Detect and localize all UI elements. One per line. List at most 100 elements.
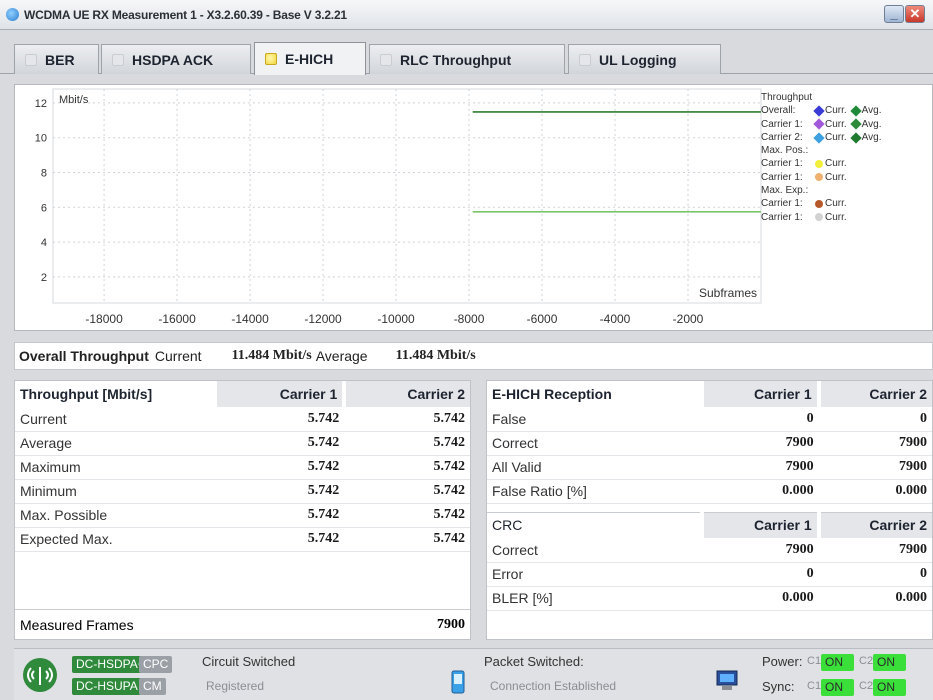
cell-value: 5.742 <box>215 455 345 480</box>
legend-marker-icon <box>815 200 823 209</box>
tab-led-icon <box>112 53 124 66</box>
legend-row: Carrier 2: Curr. Avg. <box>761 131 933 144</box>
row-label: False <box>487 407 702 432</box>
cell-value: 0 <box>702 407 819 432</box>
cell-value: 0.000 <box>818 586 932 611</box>
throughput-table-panel: Throughput [Mbit/s] Carrier 1 Carrier 2 … <box>14 380 471 640</box>
legend-item-text: Curr. <box>825 158 847 170</box>
row-label: Maximum <box>15 455 215 480</box>
throughput-row: Expected Max. 5.742 5.742 <box>15 527 470 552</box>
legend-item-text: Avg. <box>861 118 882 130</box>
cell-value: 5.742 <box>215 527 345 552</box>
table-header: E-HICH Reception <box>492 386 612 402</box>
cell-value: 0.000 <box>702 586 819 611</box>
measured-frames-label: Measured Frames <box>20 616 134 633</box>
overall-current-label: Current <box>154 348 202 364</box>
tab-hsdpa-ack[interactable]: HSDPA ACK <box>101 44 251 74</box>
power-c2-indicator: ON <box>873 654 906 671</box>
table-header: Carrier 1 <box>212 381 345 407</box>
packet-switched-label: Packet Switched: <box>484 654 584 669</box>
overall-current-value: 11.484 Mbit/s <box>231 348 312 363</box>
table-header: Carrier 2 <box>816 512 932 538</box>
e-hich-row: All Valid 7900 7900 <box>487 455 932 480</box>
legend-label: Max. Exp.: <box>761 185 809 197</box>
tab-e-hich[interactable]: E-HICH <box>254 42 366 75</box>
power-c1-indicator: ON <box>821 654 854 671</box>
cm-chip: CM <box>139 678 166 695</box>
cell-value: 7900 <box>702 455 819 480</box>
legend-item-text: Avg. <box>861 131 882 143</box>
plot-area <box>52 88 762 304</box>
legend-label: Carrier 2: <box>761 131 803 143</box>
tab-ul-logging[interactable]: UL Logging <box>568 44 721 74</box>
legend-row: Overall: Curr. Avg. <box>761 104 933 117</box>
tab-ber[interactable]: BER <box>14 44 99 74</box>
cell-value: 5.742 <box>344 479 470 504</box>
packet-state: Connection Established <box>490 679 617 693</box>
power-label: Power: <box>762 654 803 669</box>
legend-marker-icon <box>850 131 862 144</box>
row-label: Current <box>15 407 215 432</box>
overall-average-value: 11.484 Mbit/s <box>395 348 476 363</box>
phone-icon <box>451 670 465 694</box>
table-header: Carrier 2 <box>342 381 470 407</box>
y-tick-label: 12 <box>35 98 47 110</box>
x-tick-label: -6000 <box>527 312 558 326</box>
app-window: WCDMA UE RX Measurement 1 - X3.2.60.39 -… <box>0 0 933 700</box>
cell-value: 5.742 <box>344 503 470 528</box>
window-controls: _ ✕ <box>883 5 925 25</box>
cell-value: 0.000 <box>818 479 932 504</box>
legend-marker-icon <box>815 173 823 182</box>
y-tick-label: 8 <box>41 168 47 180</box>
x-tick-label: -14000 <box>231 312 269 326</box>
title-bar: WCDMA UE RX Measurement 1 - X3.2.60.39 -… <box>0 0 933 30</box>
app-icon <box>6 8 19 21</box>
legend-label: Carrier 1: <box>761 158 803 170</box>
x-axis-label: Subframes <box>699 286 757 300</box>
legend-marker-icon <box>815 160 823 169</box>
throughput-row: Average 5.742 5.742 <box>15 431 470 456</box>
close-button[interactable]: ✕ <box>905 5 925 23</box>
legend-row: Carrier 1: Curr. <box>761 171 933 184</box>
tab-rlc-throughput[interactable]: RLC Throughput <box>369 44 565 74</box>
row-label: Max. Possible <box>15 503 215 528</box>
overall-label: Overall Throughput <box>19 348 149 364</box>
crc-row: Correct 7900 7900 <box>487 538 932 563</box>
network-computer-icon <box>716 670 738 690</box>
tab-label: HSDPA ACK <box>132 51 214 68</box>
x-tick-label: -12000 <box>304 312 342 326</box>
legend-label: Max. Pos.: <box>761 145 809 157</box>
legend-item-text: Curr. <box>825 131 847 143</box>
throughput-row: Minimum 5.742 5.742 <box>15 479 470 504</box>
throughput-row: Max. Possible 5.742 5.742 <box>15 503 470 528</box>
circuit-state: Registered <box>206 679 265 693</box>
tab-led-icon <box>380 53 392 66</box>
cell-value: 7900 <box>818 431 932 456</box>
legend-marker-icon <box>850 105 862 117</box>
cpc-chip: CPC <box>139 656 173 673</box>
cell-value: 5.742 <box>344 431 470 456</box>
legend-marker-icon <box>815 213 823 222</box>
legend-label: Carrier 1: <box>761 211 803 223</box>
cell-value: 0 <box>702 562 819 587</box>
x-tick-label: -2000 <box>673 312 704 326</box>
row-label: False Ratio [%] <box>487 479 702 504</box>
table-header: Carrier 1 <box>700 381 819 407</box>
legend-marker-icon <box>813 105 825 117</box>
overall-average-label: Average <box>315 348 368 364</box>
minimize-button[interactable]: _ <box>884 5 904 23</box>
row-label: Average <box>15 431 215 456</box>
x-tick-label: -18000 <box>85 312 123 326</box>
legend-row: Max. Exp.: <box>761 184 933 197</box>
cell-value: 5.742 <box>344 455 470 480</box>
legend-marker-icon <box>813 118 825 130</box>
legend-row: Carrier 1: Curr. <box>761 197 933 210</box>
cell-value: 7900 <box>702 538 819 563</box>
row-label: Minimum <box>15 479 215 504</box>
legend-label: Overall: <box>761 105 796 117</box>
sync-c1-indicator: ON <box>821 679 854 696</box>
sync-c2-indicator: ON <box>873 679 906 696</box>
row-label: Correct <box>487 431 702 456</box>
chart-legend: Throughput Overall: Curr. Avg. Carrier 1: Cu… <box>761 91 933 224</box>
power-c1-label: C1 <box>807 655 822 667</box>
